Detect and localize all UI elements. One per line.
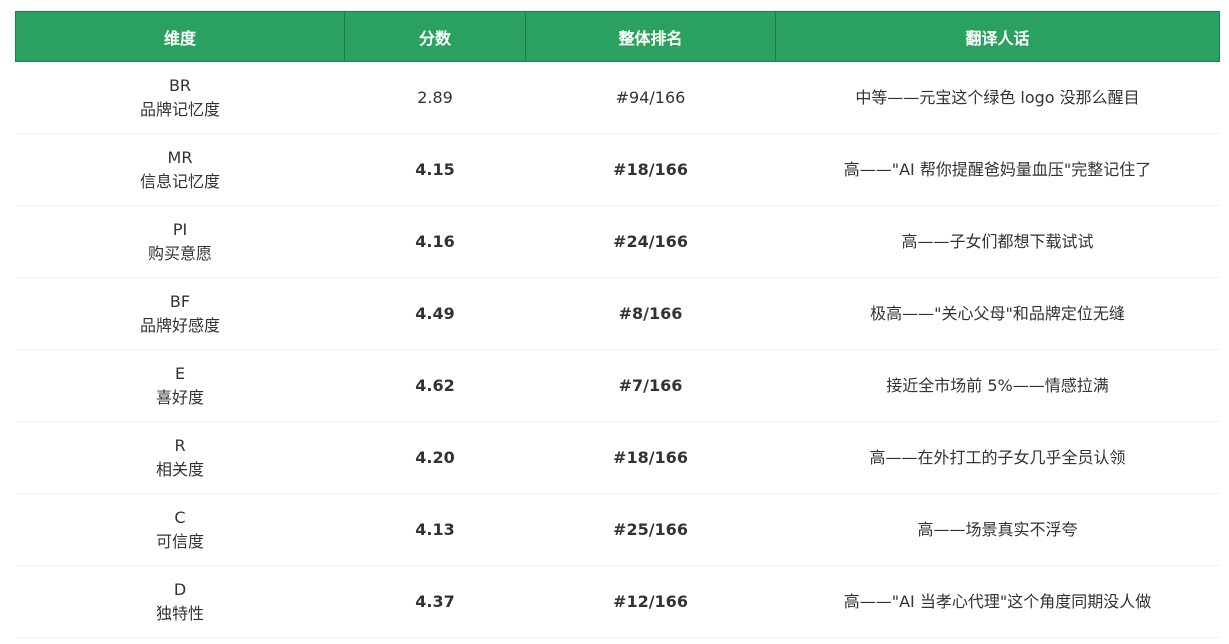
translation-cell: 高——"AI 帮你提醒爸妈量血压"完整记住了 bbox=[775, 133, 1220, 206]
table-row: D 独特性 4.37 #12/166 高——"AI 当孝心代理"这个角度同期没人做 bbox=[15, 565, 1220, 638]
translation-cell: 高——在外打工的子女几乎全员认领 bbox=[775, 421, 1220, 494]
rank-cell: #18/166 bbox=[525, 133, 776, 206]
dimension-name: 品牌记忆度 bbox=[139, 99, 220, 119]
dimension-name: 购买意愿 bbox=[147, 243, 212, 263]
dimension-cell: MR 信息记忆度 bbox=[15, 133, 345, 206]
dimension-code: BF bbox=[169, 291, 191, 311]
header-translation: 翻译人话 bbox=[775, 11, 1220, 62]
header-score: 分数 bbox=[344, 11, 526, 62]
header-dimension: 维度 bbox=[15, 11, 345, 62]
score-cell: 4.15 bbox=[344, 133, 526, 206]
score-cell: 4.20 bbox=[344, 421, 526, 494]
header-rank: 整体排名 bbox=[525, 11, 776, 62]
dimension-cell: E 喜好度 bbox=[15, 349, 345, 422]
translation-cell: 高——场景真实不浮夸 bbox=[775, 493, 1220, 566]
dimension-cell: BR 品牌记忆度 bbox=[15, 61, 345, 134]
dimension-cell: C 可信度 bbox=[15, 493, 345, 566]
dimension-name: 喜好度 bbox=[155, 387, 204, 407]
dimension-name: 独特性 bbox=[155, 603, 204, 623]
table-row: R 相关度 4.20 #18/166 高——在外打工的子女几乎全员认领 bbox=[15, 421, 1220, 494]
score-cell: 4.62 bbox=[344, 349, 526, 422]
dimension-cell: PI 购买意愿 bbox=[15, 205, 345, 278]
dimension-name: 品牌好感度 bbox=[139, 315, 220, 335]
score-cell: 2.89 bbox=[344, 61, 526, 134]
rank-cell: #24/166 bbox=[525, 205, 776, 278]
table-row: BF 品牌好感度 4.49 #8/166 极高——"关心父母"和品牌定位无缝 bbox=[15, 277, 1220, 350]
translation-cell: 高——子女们都想下载试试 bbox=[775, 205, 1220, 278]
dimension-cell: R 相关度 bbox=[15, 421, 345, 494]
rank-cell: #12/166 bbox=[525, 565, 776, 638]
dimension-code: D bbox=[173, 579, 187, 599]
rank-cell: #8/166 bbox=[525, 277, 776, 350]
metrics-table: 维度 分数 整体排名 翻译人话 BR 品牌记忆度 2.89 #94/166 中等——元宝… bbox=[15, 11, 1220, 638]
dimension-cell: D 独特性 bbox=[15, 565, 345, 638]
score-cell: 4.13 bbox=[344, 493, 526, 566]
translation-cell: 中等——元宝这个绿色 logo 没那么醒目 bbox=[775, 61, 1220, 134]
translation-cell: 极高——"关心父母"和品牌定位无缝 bbox=[775, 277, 1220, 350]
translation-cell: 接近全市场前 5%——情感拉满 bbox=[775, 349, 1220, 422]
rank-cell: #7/166 bbox=[525, 349, 776, 422]
table-row: E 喜好度 4.62 #7/166 接近全市场前 5%——情感拉满 bbox=[15, 349, 1220, 422]
table-row: C 可信度 4.13 #25/166 高——场景真实不浮夸 bbox=[15, 493, 1220, 566]
metrics-table-container: 维度 分数 整体排名 翻译人话 BR 品牌记忆度 2.89 #94/166 中等——元宝… bbox=[15, 11, 1220, 638]
dimension-code: BR bbox=[168, 75, 192, 95]
score-cell: 4.49 bbox=[344, 277, 526, 350]
rank-cell: #18/166 bbox=[525, 421, 776, 494]
score-cell: 4.16 bbox=[344, 205, 526, 278]
rank-cell: #94/166 bbox=[525, 61, 776, 134]
header-row: 维度 分数 整体排名 翻译人话 bbox=[15, 11, 1220, 62]
dimension-code: R bbox=[174, 435, 186, 455]
dimension-code: C bbox=[174, 507, 186, 527]
table-header: 维度 分数 整体排名 翻译人话 bbox=[15, 11, 1220, 62]
dimension-code: E bbox=[174, 363, 186, 383]
dimension-cell: BF 品牌好感度 bbox=[15, 277, 345, 350]
translation-cell: 高——"AI 当孝心代理"这个角度同期没人做 bbox=[775, 565, 1220, 638]
table-row: BR 品牌记忆度 2.89 #94/166 中等——元宝这个绿色 logo 没那么醒目 bbox=[15, 61, 1220, 134]
dimension-name: 相关度 bbox=[155, 459, 204, 479]
rank-cell: #25/166 bbox=[525, 493, 776, 566]
table-row: MR 信息记忆度 4.15 #18/166 高——"AI 帮你提醒爸妈量血压"完整记住了 bbox=[15, 133, 1220, 206]
table-row: PI 购买意愿 4.16 #24/166 高——子女们都想下载试试 bbox=[15, 205, 1220, 278]
dimension-name: 可信度 bbox=[155, 531, 204, 551]
score-cell: 4.37 bbox=[344, 565, 526, 638]
table-body: BR 品牌记忆度 2.89 #94/166 中等——元宝这个绿色 logo 没那么醒目 M… bbox=[15, 61, 1220, 638]
dimension-code: MR bbox=[167, 147, 193, 167]
dimension-name: 信息记忆度 bbox=[139, 171, 220, 191]
dimension-code: PI bbox=[172, 219, 188, 239]
